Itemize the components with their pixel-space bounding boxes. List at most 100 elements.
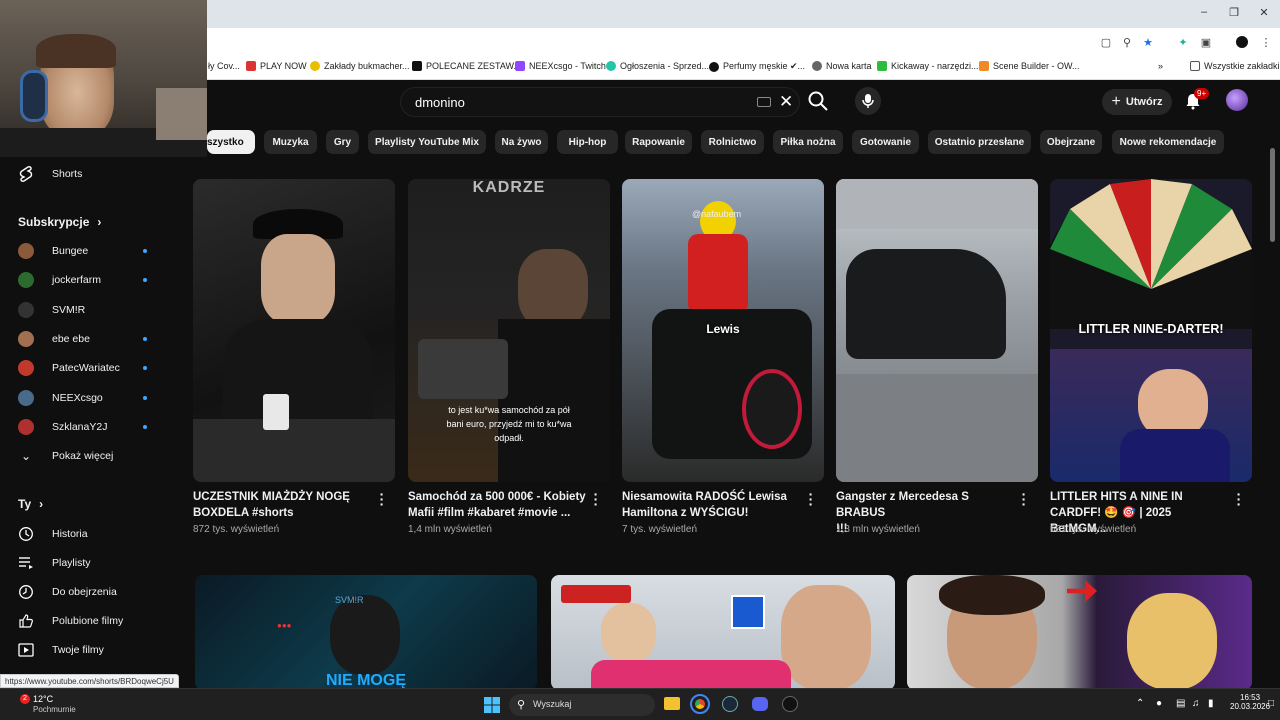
search-box[interactable]: dmonino ✕ — [400, 87, 800, 117]
notifications-icon[interactable]: □ — [1268, 698, 1274, 709]
short-thumbnail[interactable]: KADRZE to jest ku*wa samochód za pół ban… — [408, 179, 610, 482]
chip-nowe-rekomendacje[interactable]: Nowe rekomendacje — [1112, 130, 1224, 154]
subscriptions-title: Subskrypcje — [18, 215, 90, 229]
sidebar-item-label: Do obejrzenia — [52, 586, 117, 598]
install-icon[interactable]: ▢ — [1099, 35, 1113, 49]
extensions-puzzle-icon[interactable]: ▣ — [1199, 35, 1213, 49]
network-icon[interactable]: ▤ — [1176, 698, 1185, 709]
bookmark-label: Scene Builder - OW... — [993, 61, 1080, 71]
sidebar-show-more[interactable]: ⌄ Pokaż więcej — [0, 442, 170, 470]
weather-temp[interactable]: 12°C — [33, 694, 53, 704]
chip-gry[interactable]: Gry — [326, 130, 359, 154]
bookmark-item[interactable]: Zakłady bukmacher... — [310, 61, 410, 71]
file-explorer-icon[interactable] — [664, 697, 680, 710]
chip-label: Muzyka — [272, 136, 309, 148]
page-scrollbar[interactable] — [1270, 148, 1275, 242]
chrome-icon[interactable] — [690, 694, 710, 714]
video-thumbnail[interactable]: SVM!R ●●● NIE MOGĘ — [195, 575, 537, 690]
discord-icon[interactable] — [752, 697, 768, 711]
search-icon[interactable] — [806, 89, 830, 113]
all-bookmarks[interactable]: Wszystkie zakładki — [1190, 61, 1280, 71]
bookmark-item[interactable]: Perfumy męskie ✔... — [709, 61, 805, 72]
more-options-icon[interactable]: · · · — [808, 487, 814, 511]
account-avatar[interactable] — [1226, 89, 1248, 111]
chip-label: Hip-hop — [568, 136, 607, 148]
chip-ostatnio-przeslane[interactable]: Ostatnio przesłane — [928, 130, 1031, 154]
minimize-button[interactable]: – — [1197, 6, 1211, 18]
sidebar-sub-jockerfarm[interactable]: jockerfarm — [0, 266, 170, 294]
bookmark-item[interactable]: Nowa karta — [812, 61, 872, 71]
short-title[interactable]: Samochód za 500 000€ - Kobiety Mafii #fil… — [408, 489, 588, 521]
sidebar-item-historia[interactable]: Historia — [0, 520, 170, 548]
chevron-right-icon: › — [39, 497, 44, 511]
bookmark-item[interactable]: PLAY NOW — [246, 61, 307, 71]
bookmark-item[interactable]: NEEXcsgo - Twitch — [515, 61, 606, 71]
you-header[interactable]: Ty › — [18, 497, 43, 511]
bookmark-partial[interactable]: ły Cov... — [208, 61, 240, 71]
chip-label: Rolnictwo — [708, 136, 757, 148]
short-thumbnail[interactable]: @nafaubem Lewis — [622, 179, 824, 482]
chip-obejrzane[interactable]: Obejrzane — [1040, 130, 1102, 154]
extension-icon[interactable]: ✦ — [1176, 35, 1190, 49]
short-title[interactable]: UCZESTNIK MIAŻDŻY NOGĘ BOXDELA #shorts — [193, 489, 373, 521]
keyboard-icon[interactable] — [757, 97, 771, 107]
bookmark-item[interactable]: POLECANE ZESTAW... — [412, 61, 521, 71]
chip-na-zywo[interactable]: Na żywo — [495, 130, 548, 154]
chip-rapowanie[interactable]: Rapowanie — [625, 130, 692, 154]
short-thumbnail[interactable] — [836, 179, 1038, 482]
chip-muzyka[interactable]: Muzyka — [264, 130, 317, 154]
sidebar-item-do-obejrzenia[interactable]: Do obejrzenia — [0, 578, 170, 606]
windows-start-icon[interactable] — [484, 697, 500, 713]
short-title[interactable]: Niesamowita RADOŚĆ Lewisa Hamiltona z WYŚ… — [622, 489, 802, 521]
sidebar-item-twoje-filmy[interactable]: Twoje filmy — [0, 636, 170, 664]
clear-search-icon[interactable]: ✕ — [779, 92, 793, 112]
chip-hip-hop[interactable]: Hip-hop — [557, 130, 618, 154]
create-button[interactable]: + Utwórz — [1102, 89, 1172, 115]
sidebar-sub-svmir[interactable]: SVM!R — [0, 296, 170, 324]
more-options-icon[interactable]: · · · — [593, 487, 599, 511]
sidebar-item-shorts[interactable]: Shorts — [0, 160, 170, 188]
more-options-icon[interactable]: · · · — [379, 487, 385, 511]
bookmark-star-icon[interactable]: ★ — [1141, 35, 1155, 49]
zoom-icon[interactable]: ⚲ — [1120, 35, 1134, 49]
restore-button[interactable]: ❐ — [1227, 6, 1241, 19]
sidebar-item-label: jockerfarm — [52, 274, 102, 286]
sidebar-sub-patecwariatec[interactable]: PatecWariatec — [0, 354, 170, 382]
voice-search-button[interactable] — [855, 87, 881, 115]
more-options-icon[interactable]: · · · — [1021, 487, 1027, 511]
search-input[interactable]: dmonino — [415, 95, 465, 110]
caption-line: bani euro, przyjedź mi to ku*wa — [446, 419, 572, 429]
chip-playlisty-mix[interactable]: Playlisty YouTube Mix — [368, 130, 486, 154]
steam-icon[interactable] — [722, 696, 738, 712]
video-thumbnail[interactable] — [907, 575, 1252, 690]
tray-expand-icon[interactable]: ⌃ — [1136, 698, 1144, 709]
browser-menu-icon[interactable]: ⋮ — [1259, 35, 1273, 49]
sidebar-sub-bungee[interactable]: Bungee — [0, 237, 170, 265]
sidebar-sub-ebe-ebe[interactable]: ebe ebe — [0, 325, 170, 353]
clock[interactable]: 16:53 20.03.2026 — [1230, 693, 1270, 711]
sidebar-sub-neexcsgo[interactable]: NEEXcsgo — [0, 384, 170, 412]
battery-icon[interactable]: ▮ — [1208, 698, 1214, 709]
taskbar-search[interactable]: ⚲ Wyszukaj — [509, 694, 655, 716]
sidebar-item-playlisty[interactable]: Playlisty — [0, 549, 170, 577]
close-window-button[interactable]: ✕ — [1257, 6, 1271, 19]
more-options-icon[interactable]: · · · — [1236, 487, 1242, 511]
bookmark-item[interactable]: Ogłoszenia - Sprzed... — [606, 61, 709, 71]
short-thumbnail[interactable]: LITTLER NINE-DARTER! — [1050, 179, 1252, 482]
sidebar-sub-szklanay2j[interactable]: SzklanaY2J — [0, 413, 170, 441]
profile-icon[interactable] — [1235, 35, 1249, 49]
chip-pilka-nozna[interactable]: Piłka nożna — [773, 130, 843, 154]
app-icon[interactable] — [782, 696, 798, 712]
subscriptions-header[interactable]: Subskrypcje › — [18, 215, 101, 229]
bookmark-item[interactable]: Scene Builder - OW... — [979, 61, 1080, 71]
volume-icon[interactable]: ♫ — [1192, 698, 1200, 709]
sidebar-item-polubione[interactable]: Polubione filmy — [0, 607, 170, 635]
short-thumbnail[interactable] — [193, 179, 395, 482]
bookmarks-overflow-icon[interactable]: » — [1158, 61, 1163, 71]
video-thumbnail[interactable] — [551, 575, 895, 690]
bookmark-item[interactable]: Kickaway - narzędzi... — [877, 61, 979, 71]
chip-rolnictwo[interactable]: Rolnictwo — [701, 130, 764, 154]
chip-wszystko[interactable]: szystko — [207, 130, 255, 154]
tray-app-icon[interactable]: ● — [1156, 698, 1162, 709]
chip-gotowanie[interactable]: Gotowanie — [852, 130, 919, 154]
